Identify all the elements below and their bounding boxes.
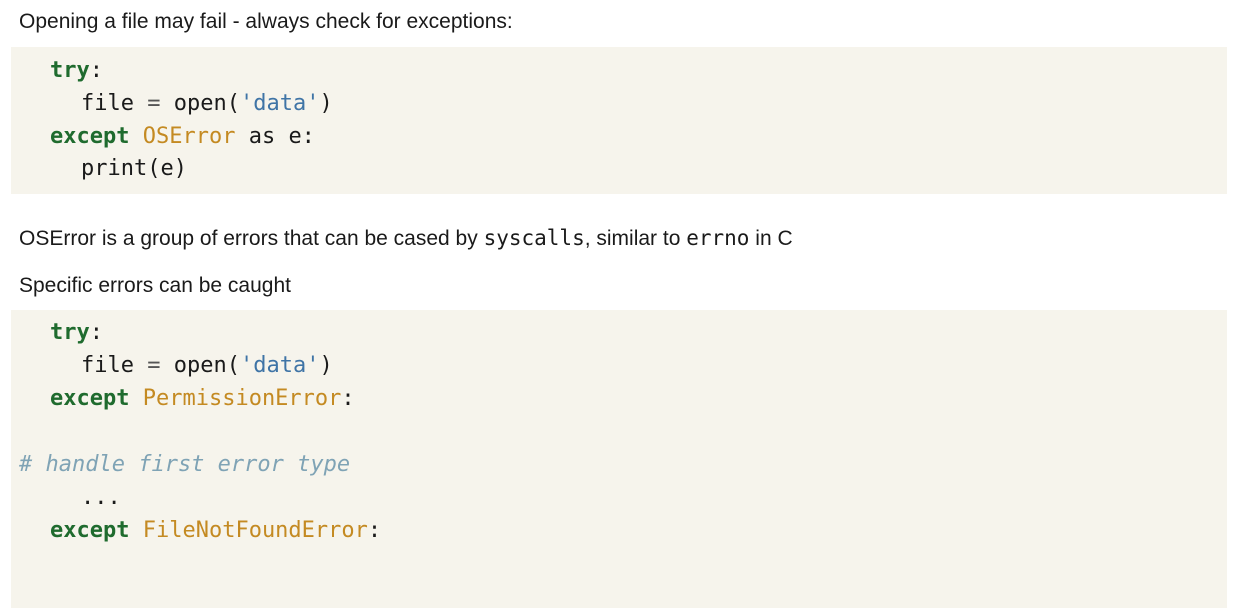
colon: : [367, 518, 382, 543]
close-paren: ) [319, 353, 333, 378]
syscalls-paragraph: OSError is a group of errors that can be… [19, 224, 793, 253]
class-filenotfounderror: FileNotFoundError [142, 518, 368, 543]
keyword-try: try [50, 58, 90, 83]
code-line: except FileNotFoundError: [50, 515, 381, 547]
code-block-1: try: file = open('data') except OSError … [11, 47, 1227, 194]
code-line: # handle first error type [19, 449, 350, 481]
inline-code-syscalls: syscalls [483, 226, 585, 250]
code-line: except OSError as e: [50, 121, 315, 153]
identifier-file: file [81, 91, 134, 116]
code-line: ... [81, 482, 121, 514]
inline-code-errno: errno [686, 226, 750, 250]
code-block-2: try: file = open('data') except Permissi… [11, 310, 1227, 608]
class-permissionerror: PermissionError [142, 386, 342, 411]
string-literal: 'data' [239, 353, 320, 378]
keyword-except: except [50, 124, 130, 149]
colon: : [89, 320, 103, 345]
code-comment: # handle first error type [19, 452, 351, 477]
keyword-try: try [50, 320, 90, 345]
colon: : [341, 386, 355, 411]
code-line: try: [50, 55, 103, 87]
code-line: try: [50, 317, 103, 349]
as-clause: as e: [248, 124, 315, 149]
keyword-except: except [50, 518, 130, 543]
text-segment: in C [749, 227, 793, 250]
text-segment: , similar to [584, 227, 687, 250]
code-line: file = open('data') [81, 88, 333, 120]
class-oserror: OSError [142, 124, 236, 149]
operator-assign: = [147, 353, 161, 378]
identifier-file: file [81, 353, 134, 378]
specific-errors-paragraph: Specific errors can be caught [19, 272, 291, 300]
close-paren: ) [319, 91, 333, 116]
intro-paragraph: Opening a file may fail - always check f… [19, 8, 513, 36]
code-line: print(e) [81, 153, 187, 185]
specific-errors-text: Specific errors can be caught [19, 274, 291, 297]
print-call: print(e) [81, 156, 187, 181]
colon: : [89, 58, 103, 83]
function-open: open( [173, 91, 240, 116]
string-literal: 'data' [239, 91, 320, 116]
code-line: except PermissionError: [50, 383, 355, 415]
operator-assign: = [147, 91, 161, 116]
text-segment: OSError is a group of errors that can be… [19, 227, 484, 250]
intro-text: Opening a file may fail - always check f… [19, 10, 513, 33]
keyword-except: except [50, 386, 130, 411]
code-line: file = open('data') [81, 350, 333, 382]
ellipsis: ... [81, 485, 121, 510]
function-open: open( [173, 353, 240, 378]
